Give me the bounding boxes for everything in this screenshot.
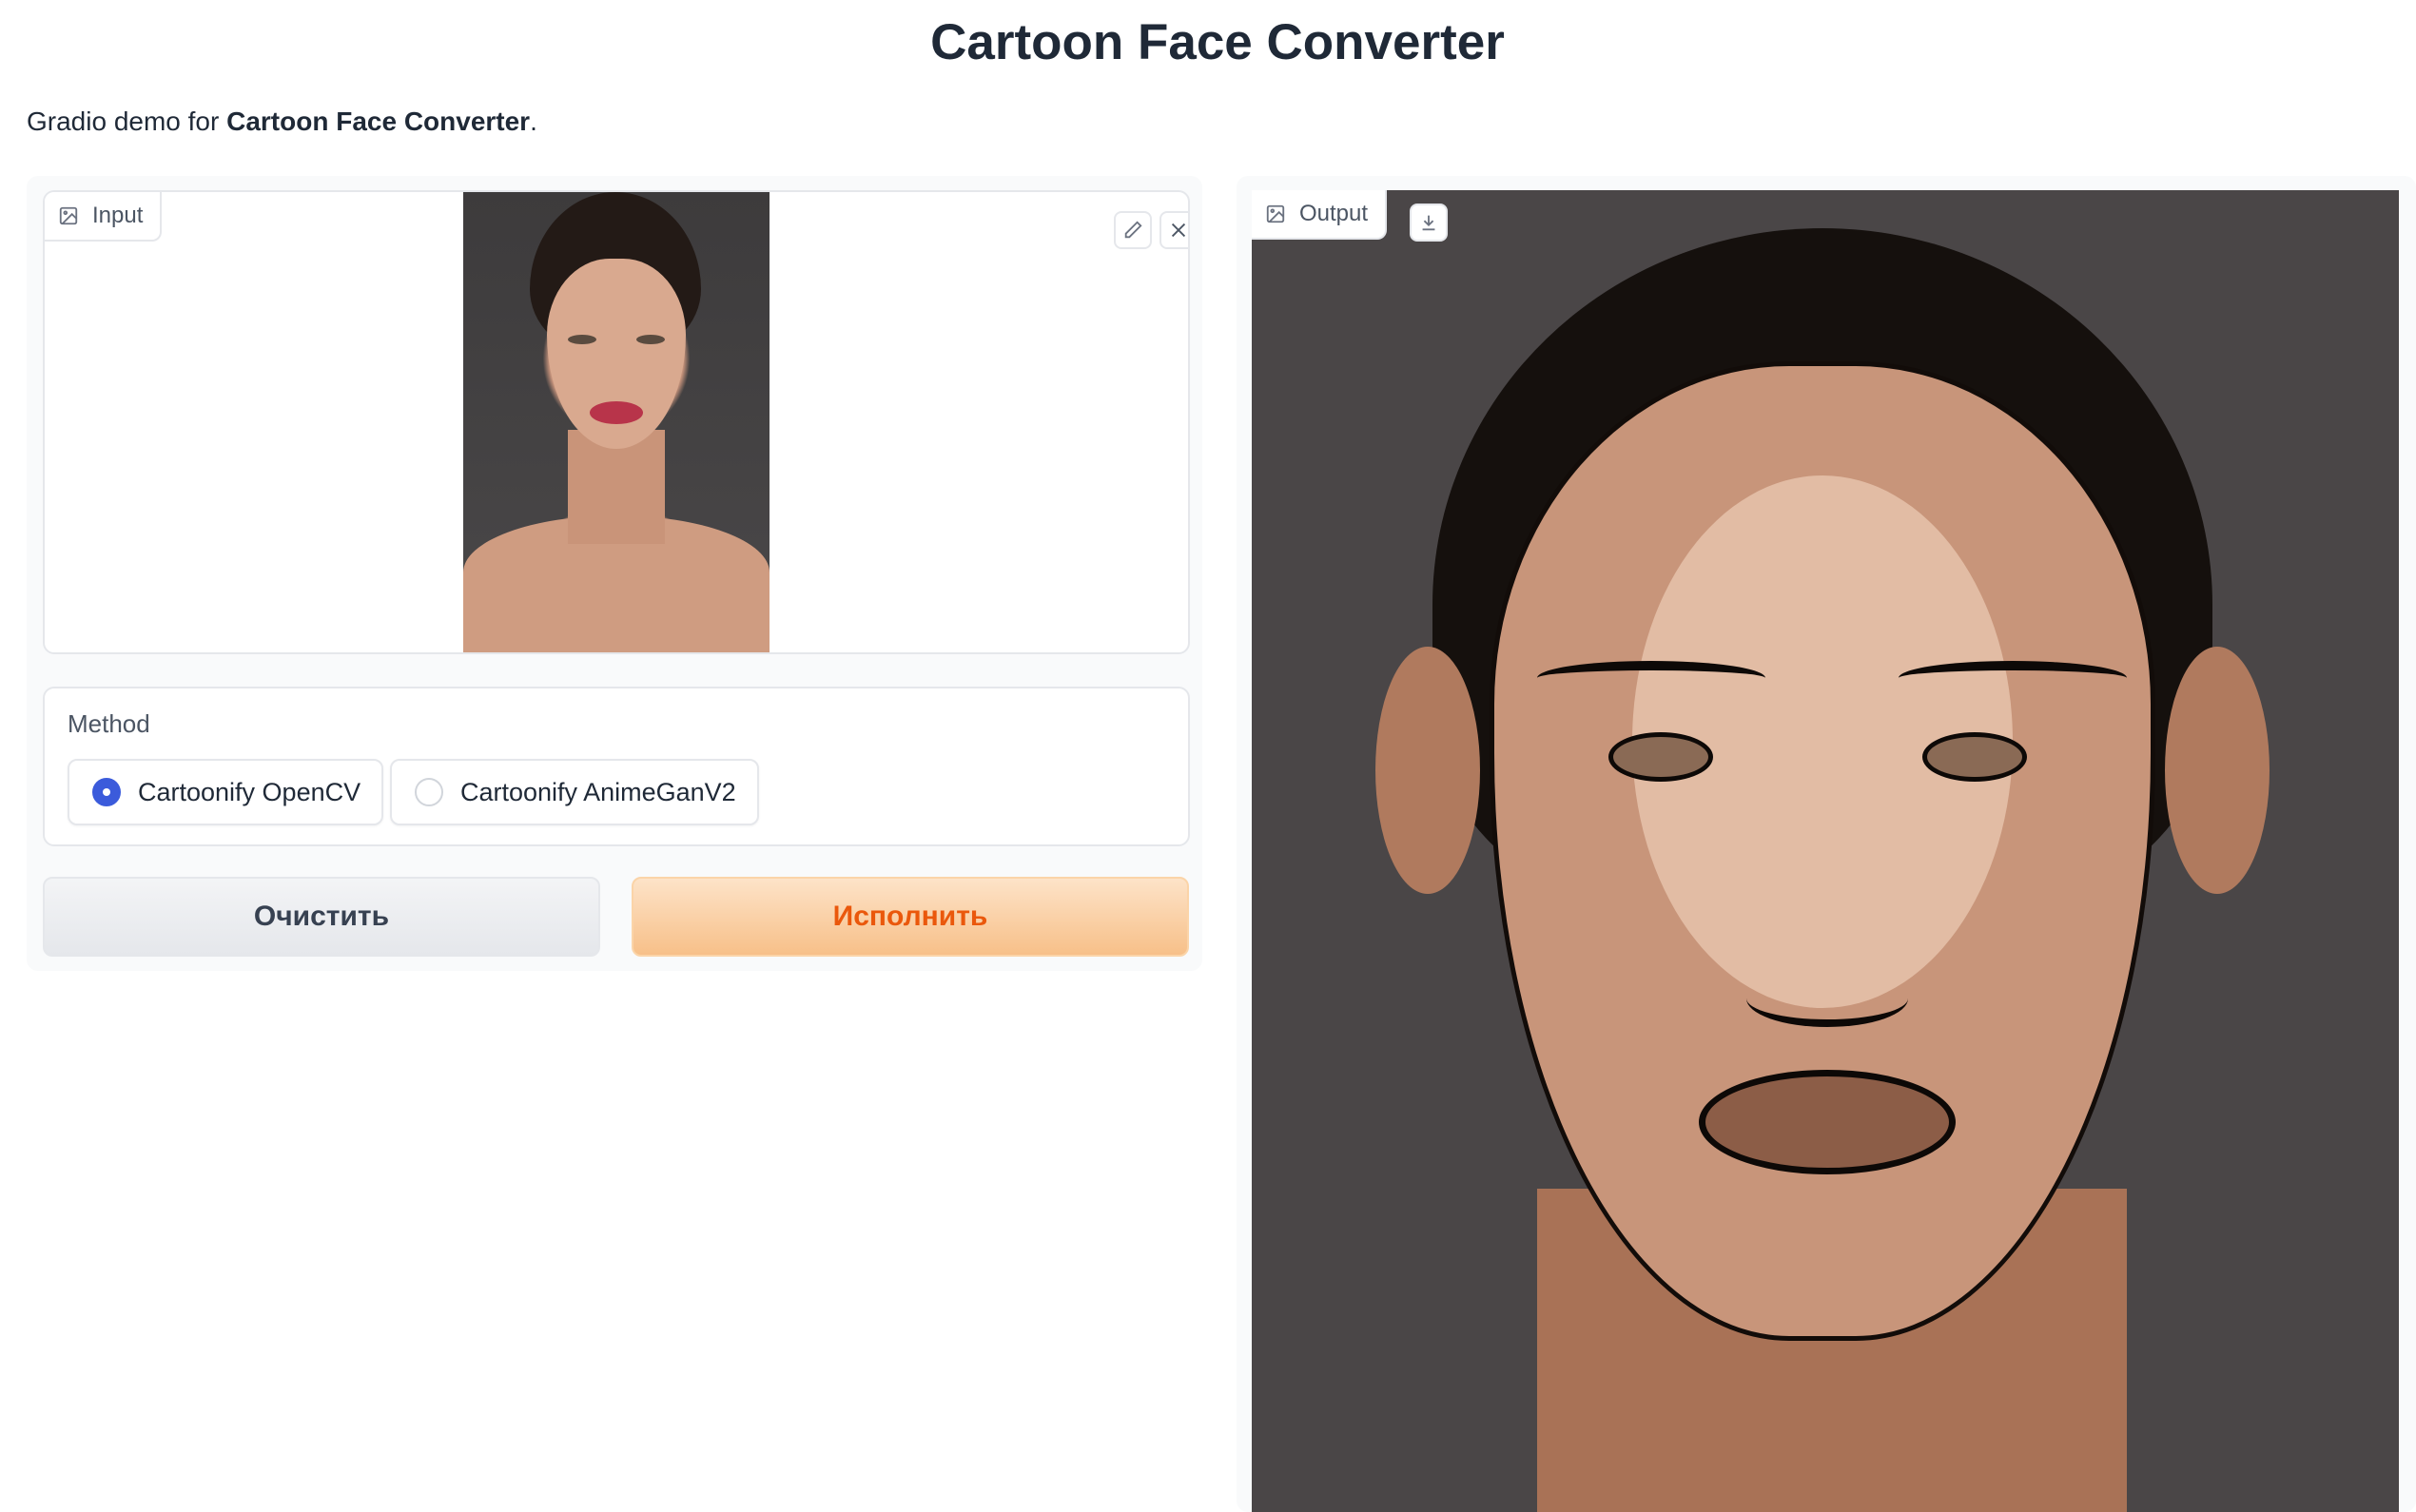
input-label-text: Input <box>92 203 144 228</box>
download-icon <box>1422 215 1435 231</box>
radio-unselected-icon[interactable] <box>415 778 443 806</box>
radio-cartoonify-animeganv2[interactable]: Cartoonify AnimeGanV2 <box>390 759 759 825</box>
edit-icon <box>1124 221 1142 239</box>
page-title: Cartoon Face Converter <box>930 14 1505 70</box>
description-suffix: . <box>530 107 537 136</box>
clear-image-button[interactable] <box>1159 211 1188 249</box>
input-image-upload[interactable]: Input <box>43 190 1190 654</box>
radio-option-label: Cartoonify OpenCV <box>138 777 361 806</box>
download-button[interactable] <box>1410 204 1448 242</box>
image-icon <box>59 206 78 225</box>
edit-button[interactable] <box>1114 211 1152 249</box>
description-bold: Cartoon Face Converter <box>226 107 531 136</box>
input-block-label: Input <box>45 192 163 242</box>
clear-button[interactable]: Очистить <box>43 877 600 957</box>
radio-selected-icon[interactable] <box>92 778 121 806</box>
radio-option-label: Cartoonify AnimeGanV2 <box>460 777 736 806</box>
output-block-label: Output <box>1252 190 1388 240</box>
app-page: Cartoon Face Converter Gradio demo for C… <box>0 0 2416 1512</box>
output-image <box>1252 190 2399 1512</box>
method-radio-group: Method Cartoonify OpenCV Cartoonify Anim… <box>43 687 1190 846</box>
method-label: Method <box>68 709 150 738</box>
output-label-text: Output <box>1299 201 1369 226</box>
description-prefix: Gradio demo for <box>27 107 227 136</box>
input-image <box>463 192 770 652</box>
image-icon <box>1266 204 1285 223</box>
submit-button[interactable]: Исполнить <box>632 877 1189 957</box>
radio-cartoonify-opencv[interactable]: Cartoonify OpenCV <box>68 759 384 825</box>
page-description: Gradio demo for Cartoon Face Converter. <box>27 107 537 137</box>
close-icon <box>1171 223 1186 238</box>
